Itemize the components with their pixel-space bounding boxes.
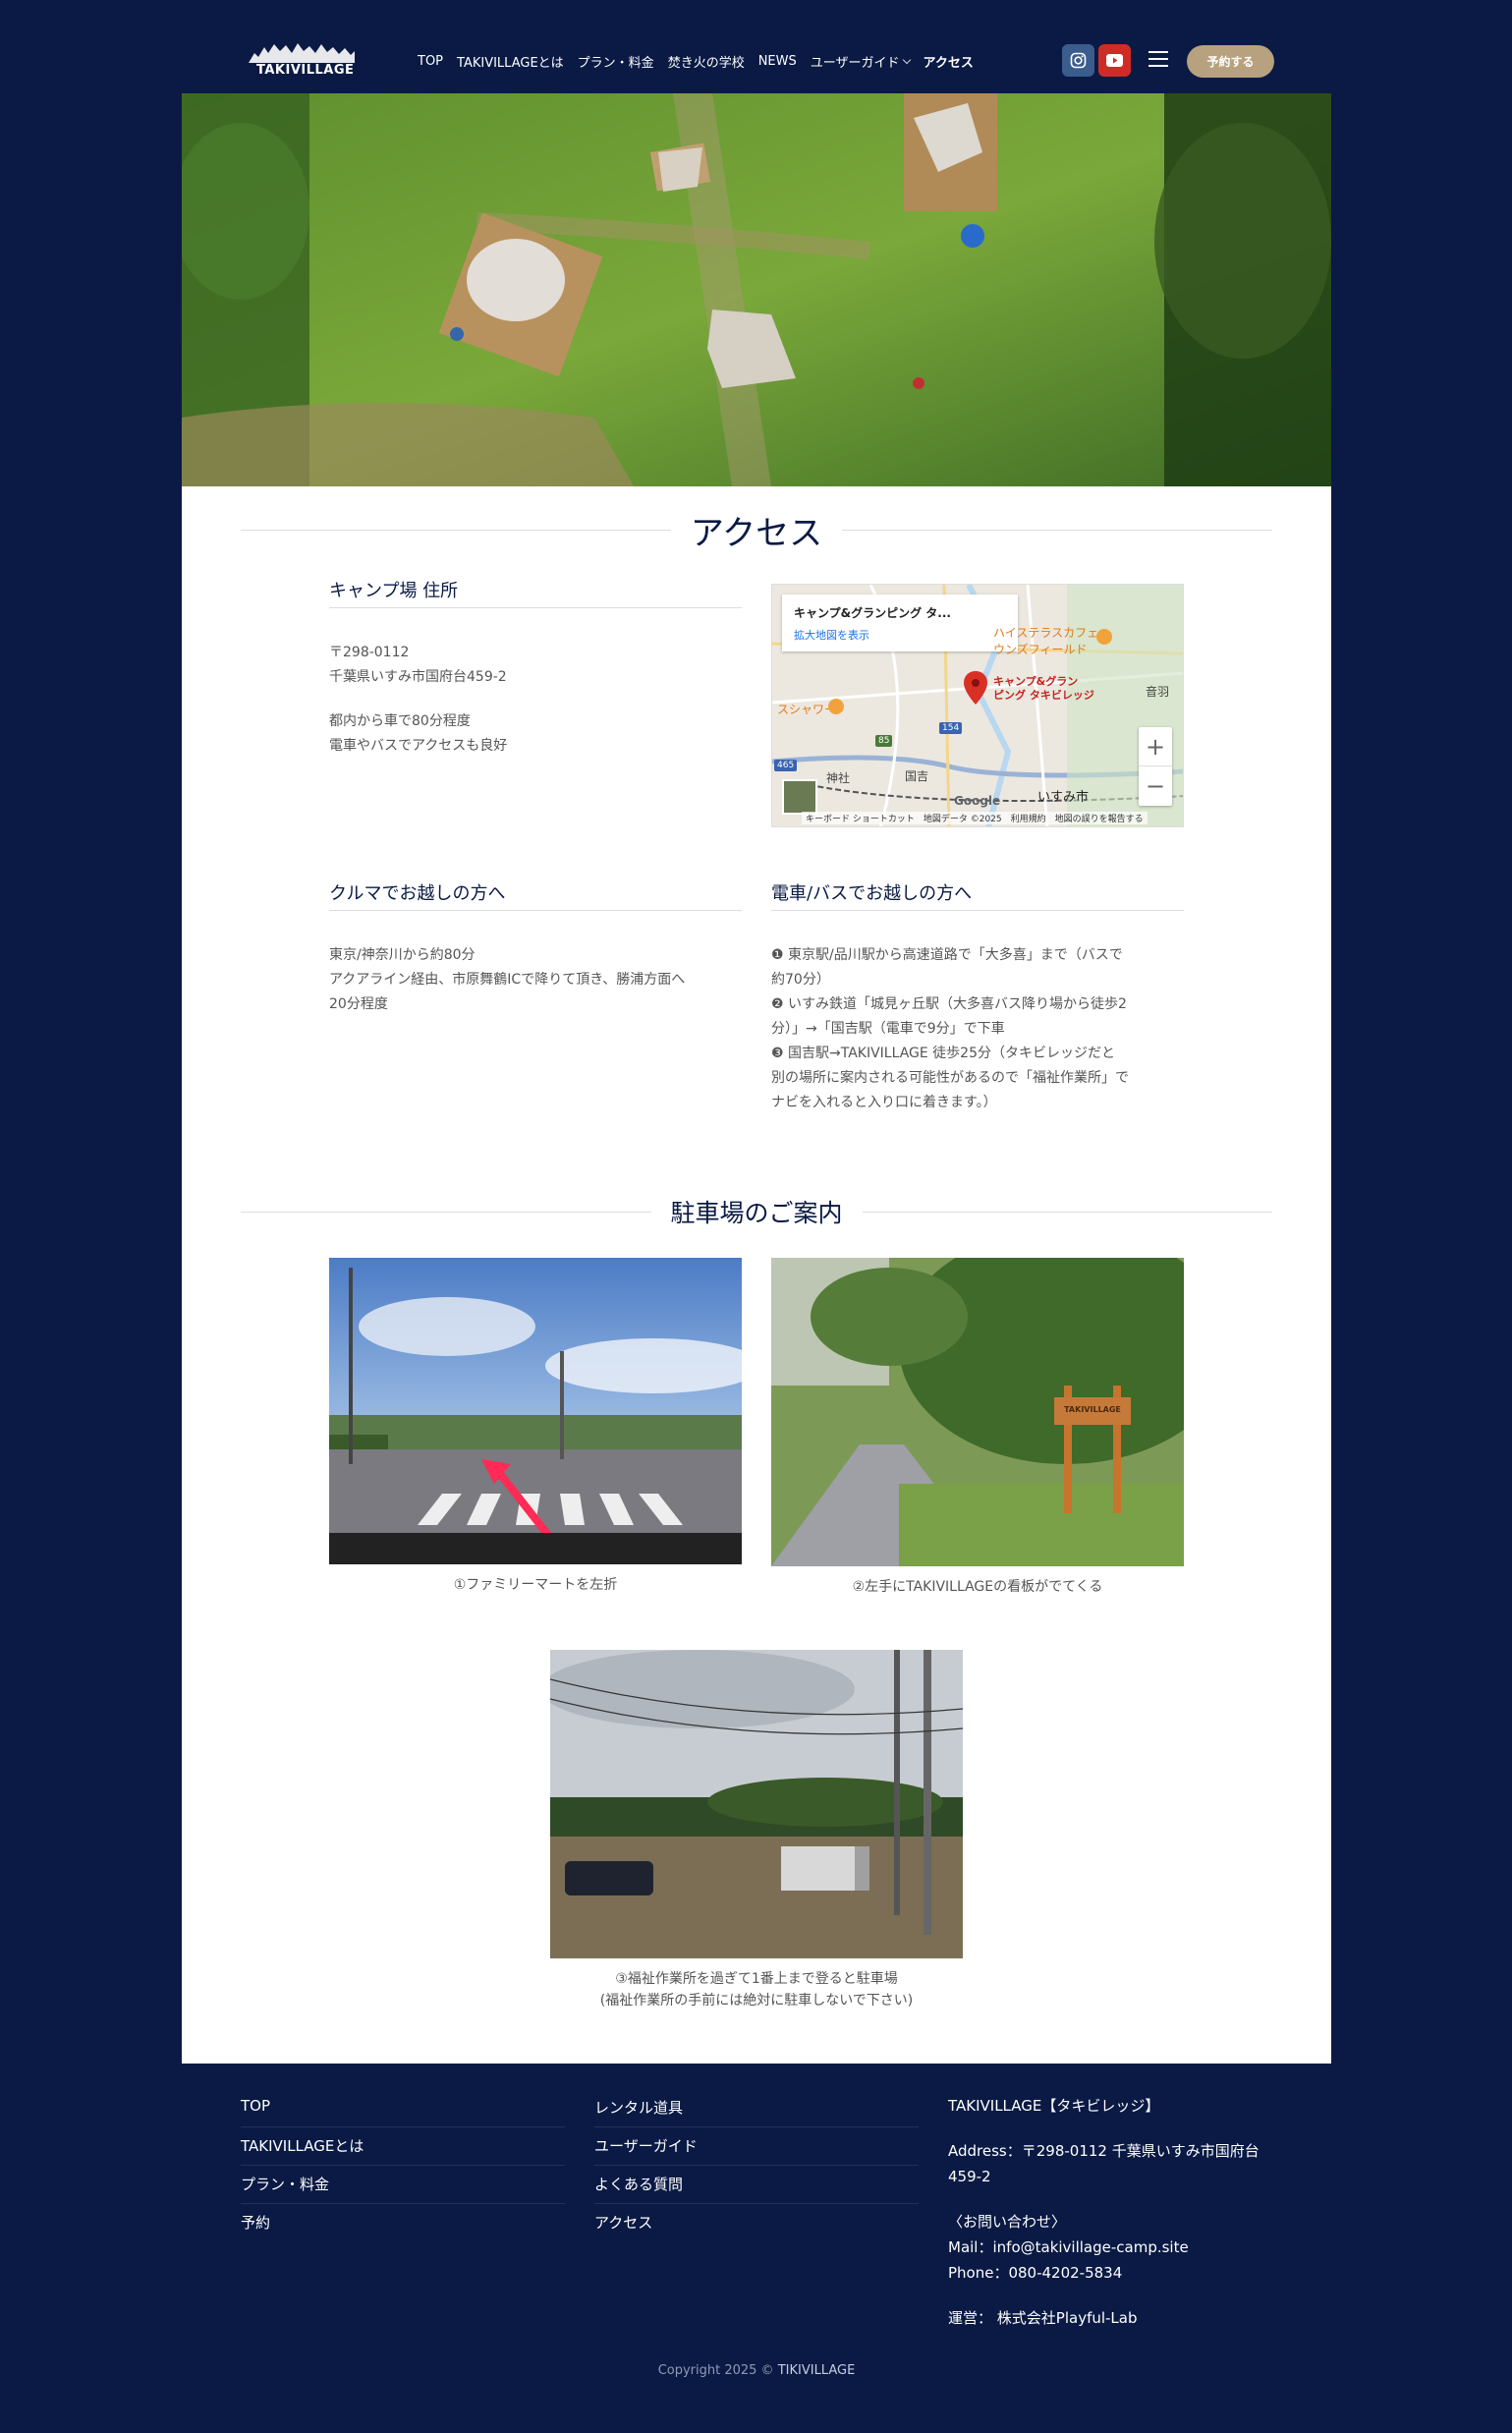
google-map[interactable]: キャンプ&グランピング タ... 拡大地図を表示 ハイステラスカフェ ウンズフィー… (771, 584, 1184, 827)
train-heading: 電車/バスでお越しの方へ (771, 879, 1184, 911)
nav-access[interactable]: アクセス (924, 52, 974, 71)
footer-link-plan[interactable]: プラン・料金 (241, 2166, 565, 2204)
map-pin-label: キャンプ&グラン ピング タキビレッジ (993, 675, 1094, 702)
instagram-button[interactable] (1062, 44, 1094, 77)
map-label-cafe: ハイステラスカフェ ウンズフィールド (993, 626, 1099, 656)
parking-caption-1: ①ファミリーマートを左折 (453, 1577, 618, 1593)
map-zoom-control: + − (1139, 727, 1172, 806)
instagram-icon (1070, 52, 1087, 69)
train-text: ❶ 東京駅/品川駅から高速道路で「大多喜」まで（バスで 約70分） ❷ いすみ鉄… (771, 947, 1129, 1110)
note-line2: 電車やバスでアクセスも良好 (329, 738, 508, 754)
access-section-title: アクセス (241, 506, 1272, 554)
copyright: Copyright 2025 © TIKIVILLAGE (657, 2363, 856, 2378)
access-title: アクセス (690, 514, 823, 553)
footer-company-info: TAKIVILLAGE【タキビレッジ】 Address：〒298-0112 千葉… (948, 2093, 1282, 2331)
nav-top[interactable]: TOP (418, 52, 443, 71)
hero-image (182, 93, 1331, 486)
address-heading: キャンプ場 住所 (329, 577, 742, 608)
footer-link-faq[interactable]: よくある質問 (594, 2166, 919, 2204)
parking-section-title: 駐車場のご案内 (241, 1194, 1273, 1229)
map-footer-links[interactable]: キーボード ショートカット 地図データ ©2025 利用規約 地図の誤りを報告す… (802, 812, 1148, 824)
nav-school[interactable]: 焚き火の学校 (668, 52, 745, 71)
youtube-icon (1106, 54, 1123, 67)
restaurant-marker-icon (1096, 629, 1112, 645)
nav-news[interactable]: NEWS (758, 52, 797, 71)
site-header: TAKIVILLAGE TOP TAKIVILLAGEとは プラン・料金 焚き火… (182, 0, 1331, 93)
nav-guide[interactable]: ユーザーガイド (810, 52, 911, 71)
logo-text: TAKIVILLAGE (256, 63, 355, 78)
footer-link-reserve[interactable]: 予約 (241, 2204, 565, 2242)
note-line1: 都内から車で80分程度 (329, 713, 471, 729)
food-marker-icon (828, 699, 844, 714)
logo-mountains-icon (249, 43, 355, 63)
street-view-thumbnail[interactable] (782, 779, 817, 815)
aerial-campsite-image (182, 93, 1331, 486)
footer-operator: 運営： 株式会社Playful-Lab (948, 2309, 1138, 2327)
parking-title: 駐車場のご案内 (670, 1199, 843, 1227)
parking-caption-3: ③福祉作業所を過ぎて1番上まで登ると駐車場 (福祉作業所の手前には絶対に駐車しな… (599, 1971, 914, 2009)
address-line1: 〒298-0112 (329, 645, 410, 660)
parking-photo-2: TAKIVILLAGE (771, 1258, 1184, 1566)
parking-photo-1 (329, 1258, 742, 1564)
footer-phone[interactable]: Phone：080-4202-5834 (948, 2260, 1282, 2286)
menu-icon[interactable] (1148, 51, 1168, 67)
route-154-badge: 154 (939, 722, 963, 734)
footer-link-about[interactable]: TAKIVILLAGEとは (241, 2127, 565, 2166)
map-label-shower: スシャワー (777, 703, 837, 716)
main-nav: TOP TAKIVILLAGEとは プラン・料金 焚き火の学校 NEWS ユーザ… (418, 52, 974, 71)
nav-about[interactable]: TAKIVILLAGEとは (457, 52, 564, 71)
car-heading: クルマでお越しの方へ (329, 879, 742, 911)
route-465-badge: 465 (774, 760, 798, 771)
zoom-out-button[interactable]: − (1139, 766, 1172, 806)
chevron-down-icon (902, 55, 911, 64)
address-text: 〒298-0112 千葉県いすみ市国府台459-2 都内から車で80分程度電車やバ… (329, 641, 742, 778)
reserve-button[interactable]: 予約する (1187, 45, 1274, 78)
zoom-in-button[interactable]: + (1139, 727, 1172, 766)
map-label-shrine: 神社 (826, 771, 851, 785)
footer-link-access[interactable]: アクセス (594, 2204, 919, 2242)
nav-plan[interactable]: プラン・料金 (578, 52, 654, 71)
map-info-card: キャンプ&グランピング タ... 拡大地図を表示 (782, 594, 1018, 651)
footer-contact-heading: 〈お問い合わせ〉 (948, 2213, 1067, 2231)
footer-link-top[interactable]: TOP (241, 2089, 565, 2127)
main-content: アクセス キャンプ場 住所 〒298-0112 千葉県いすみ市国府台459-2 都… (182, 486, 1331, 2064)
address-line2: 千葉県いすみ市国府台459-2 (329, 669, 507, 685)
site-logo[interactable]: TAKIVILLAGE (249, 41, 355, 81)
nav-guide-label: ユーザーガイド (810, 56, 900, 71)
footer-link-guide[interactable]: ユーザーガイド (594, 2127, 919, 2166)
map-label-kuniyoshi: 国吉 (905, 769, 929, 783)
parking-photo-3 (550, 1650, 963, 1958)
intersection-photo (329, 1258, 742, 1564)
youtube-button[interactable] (1098, 44, 1131, 77)
parking-caption-2: ②左手にTAKIVILLAGEの看板がでてくる (852, 1579, 1103, 1595)
parking-lot-photo (550, 1650, 963, 1958)
route-85-badge: 85 (875, 735, 893, 747)
map-place-name: キャンプ&グランピング タ... (794, 606, 951, 620)
footer-address: Address：〒298-0112 千葉県いすみ市国府台 459-2 (948, 2142, 1260, 2185)
footer-company-name: TAKIVILLAGE【タキビレッジ】 (948, 2097, 1160, 2115)
map-label-city: いすみ市 (1037, 790, 1090, 805)
footer-link-rental[interactable]: レンタル道具 (594, 2089, 919, 2127)
google-logo: Google (954, 794, 1001, 808)
site-footer: TOP TAKIVILLAGEとは プラン・料金 予約 レンタル道具 ユーザーガ… (182, 2064, 1331, 2433)
map-label-otowa: 音羽 (1146, 685, 1170, 699)
map-enlarge-link[interactable]: 拡大地図を表示 (794, 627, 1006, 643)
location-pin-icon[interactable] (964, 671, 987, 705)
footer-mail[interactable]: Mail：info@takivillage-camp.site (948, 2235, 1282, 2260)
car-text: 東京/神奈川から約80分 アクアライン経由、市原舞鶴ICで降りて頂き、勝浦方面へ… (329, 947, 686, 1012)
sign-text: TAKIVILLAGE (1064, 1405, 1121, 1414)
